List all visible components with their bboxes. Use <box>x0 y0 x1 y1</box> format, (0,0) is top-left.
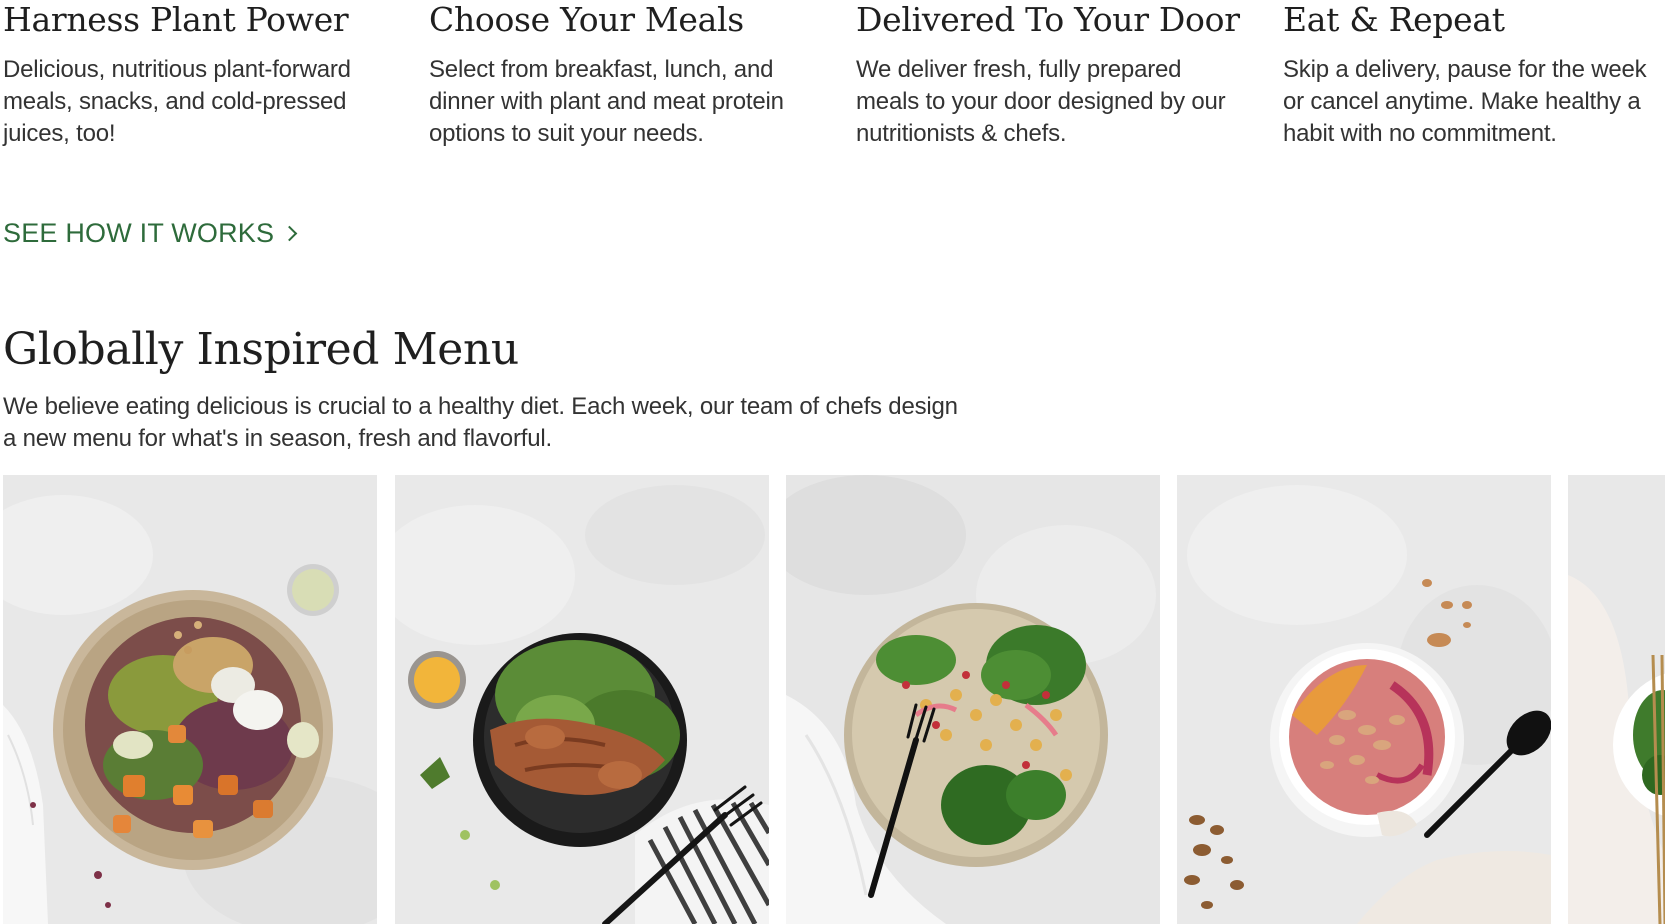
step-eat-and-repeat: Eat & Repeat Skip a delivery, pause for … <box>1283 0 1665 150</box>
meal-image-smoothie-bowl <box>1177 475 1551 924</box>
step-choose-your-meals: Choose Your Meals Select from breakfast,… <box>429 0 824 150</box>
step-description: Select from breakfast, lunch, and dinner… <box>429 56 784 147</box>
meal-card-chickpea-salad[interactable] <box>786 475 1160 924</box>
how-it-works-steps: Harness Plant Power Delicious, nutritiou… <box>0 0 1665 160</box>
step-title: Choose Your Meals <box>429 0 744 39</box>
step-title: Delivered To Your Door <box>856 0 1240 39</box>
step-harness-plant-power: Harness Plant Power Delicious, nutritiou… <box>3 0 398 150</box>
step-delivered-to-your-door: Delivered To Your Door We deliver fresh,… <box>856 0 1251 150</box>
step-title: Harness Plant Power <box>3 0 349 39</box>
meal-image-partial <box>1568 475 1665 924</box>
menu-section-description: We believe eating delicious is crucial t… <box>3 393 958 452</box>
meal-image-chickpea-salad <box>786 475 1160 924</box>
meal-image-chicken-bowl <box>395 475 769 924</box>
step-description: Delicious, nutritious plant-forward meal… <box>3 56 351 147</box>
step-description: We deliver fresh, fully prepared meals t… <box>856 56 1226 147</box>
meal-card-partial[interactable] <box>1568 475 1665 924</box>
meal-card-grain-salad[interactable] <box>3 475 377 924</box>
see-how-it-works-label: SEE HOW IT WORKS <box>3 218 275 248</box>
see-how-it-works-link[interactable]: SEE HOW IT WORKS <box>3 215 298 251</box>
menu-section-title: Globally Inspired Menu <box>3 324 519 375</box>
meal-card-smoothie-bowl[interactable] <box>1177 475 1551 924</box>
step-title: Eat & Repeat <box>1283 0 1505 39</box>
menu-carousel[interactable] <box>3 475 1665 924</box>
step-description: Skip a delivery, pause for the week or c… <box>1283 56 1647 147</box>
chevron-right-icon <box>281 225 298 242</box>
meal-card-chicken-bowl[interactable] <box>395 475 769 924</box>
meal-image-grain-salad <box>3 475 377 924</box>
